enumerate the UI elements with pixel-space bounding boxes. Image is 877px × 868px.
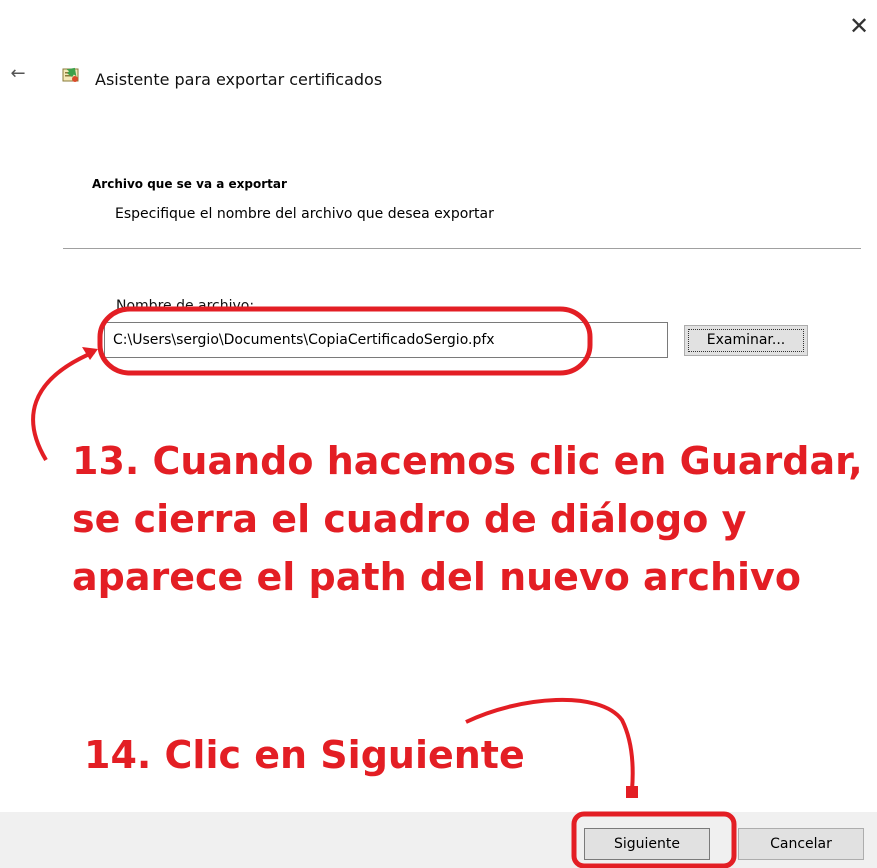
step14-arrowhead <box>626 786 638 798</box>
next-button-highlight <box>571 811 737 868</box>
filename-highlight-ellipse <box>97 306 593 376</box>
annotation-step14: 14. Clic en Siguiente <box>84 733 525 777</box>
annotation-step13: 13. Cuando hacemos clic en Guardar, se c… <box>72 439 863 599</box>
